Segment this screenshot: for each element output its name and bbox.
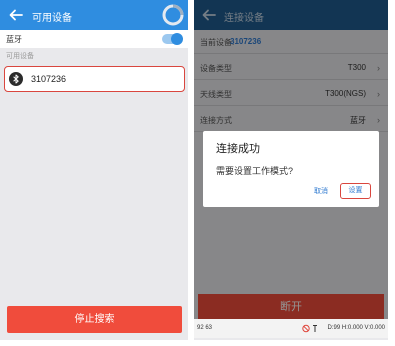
connect-success-dialog: 连接成功 需要设置工作模式? 取消 设置 xyxy=(203,131,379,207)
dialog-set-button[interactable]: 设置 xyxy=(340,183,371,199)
bluetooth-toggle[interactable] xyxy=(162,33,183,45)
app-bar: 可用设备 xyxy=(0,0,188,30)
loading-spinner-icon[interactable] xyxy=(161,3,185,27)
page-title: 可用设备 xyxy=(32,13,72,24)
bluetooth-row: 蓝牙 xyxy=(0,30,188,48)
status-icons xyxy=(302,324,317,333)
connect-device-screen: 连接设备 当前设备: 3107236 设备类型 T300 › 天线类型 T300… xyxy=(194,0,388,340)
stop-search-button[interactable]: 停止搜索 xyxy=(7,306,182,333)
dialog-message: 需要设置工作模式? xyxy=(216,166,294,176)
no-signal-slash xyxy=(303,325,309,332)
bluetooth-icon xyxy=(9,72,23,86)
antenna-icon xyxy=(313,325,317,332)
device-name: 3107236 xyxy=(31,74,67,84)
status-bar: 92 63 D:99 H:0.000 V:0.000 xyxy=(194,319,388,338)
device-list-item[interactable]: 3107236 xyxy=(4,66,185,92)
dialog-cancel-button[interactable]: 取消 xyxy=(314,186,328,196)
section-label: 可用设备 xyxy=(6,53,34,60)
status-right-readout: D:99 H:0.000 V:0.000 xyxy=(327,325,385,331)
available-devices-screen: 可用设备 蓝牙 可用设备 3107236 停止搜索 xyxy=(0,0,188,340)
bluetooth-label: 蓝牙 xyxy=(6,35,22,44)
back-arrow-icon[interactable] xyxy=(8,7,24,23)
toggle-knob xyxy=(171,33,183,45)
status-left-readout: 92 63 xyxy=(197,325,213,331)
dialog-title: 连接成功 xyxy=(216,143,260,155)
